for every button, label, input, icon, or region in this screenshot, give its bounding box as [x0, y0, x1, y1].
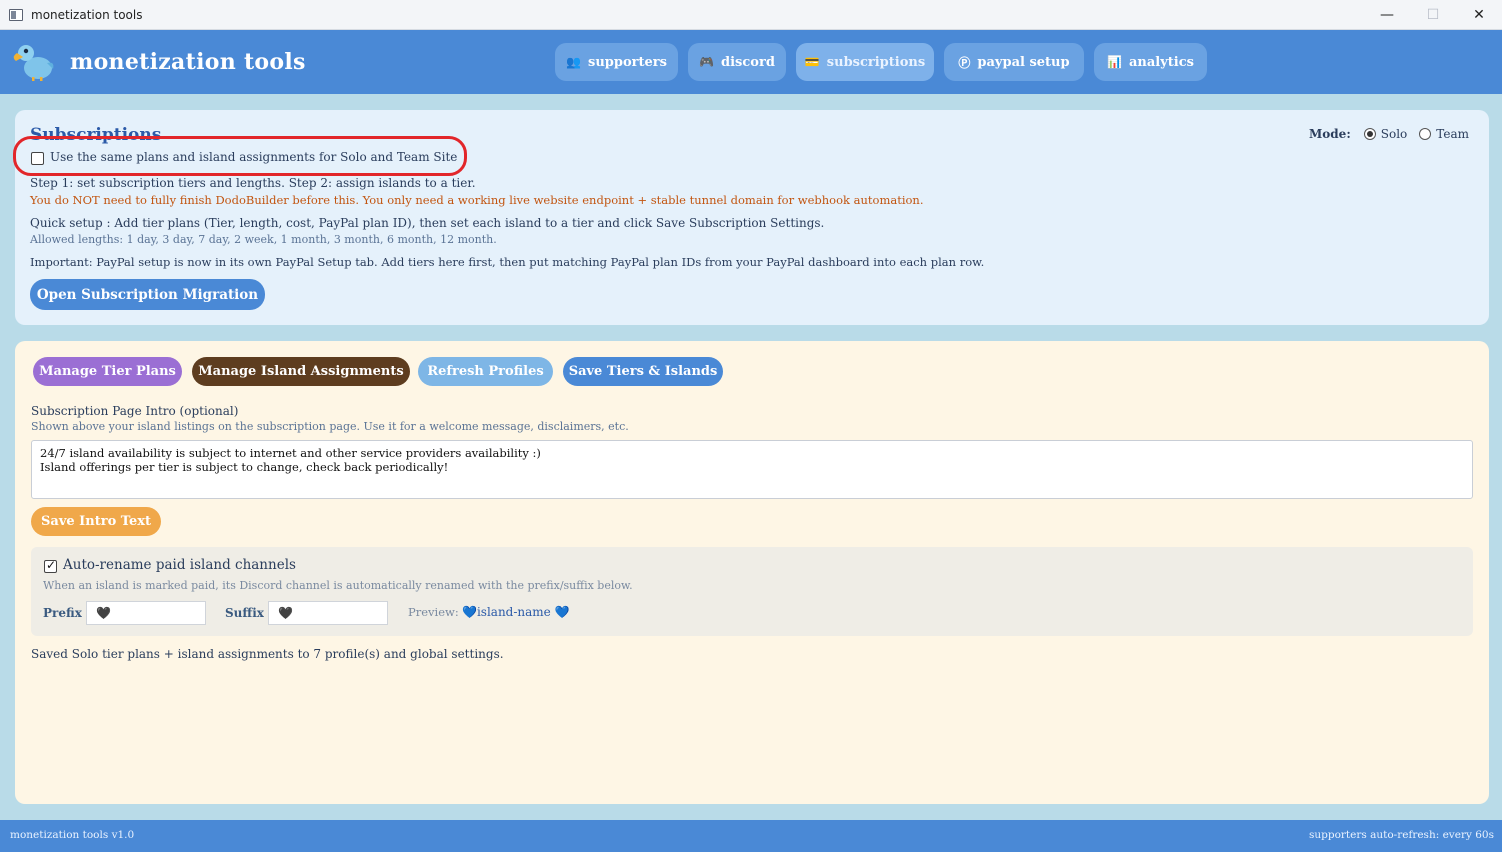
auto-rename-label: Auto-rename paid island channels: [63, 557, 296, 573]
tab-paypal-setup[interactable]: Ⓟ paypal setup: [944, 43, 1084, 81]
window-controls: — ☐ ✕: [1364, 0, 1502, 30]
tab-label: supporters: [588, 54, 667, 70]
save-intro-button[interactable]: Save Intro Text: [31, 507, 161, 536]
people-icon: 👥: [566, 55, 582, 69]
mode-option-solo[interactable]: Solo: [1363, 127, 1414, 141]
tab-subscriptions[interactable]: 💳 subscriptions: [796, 43, 934, 81]
intro-textarea[interactable]: 24/7 island availability is subject to i…: [31, 440, 1473, 499]
rename-preview: 💙 island-name 💙: [462, 605, 570, 619]
tab-discord[interactable]: 🎮 discord: [688, 43, 786, 81]
tab-label: analytics: [1128, 54, 1194, 70]
window-title: monetization tools: [31, 7, 143, 22]
card-icon: 💳: [804, 55, 820, 69]
manage-tier-plans-button[interactable]: Manage Tier Plans: [33, 357, 182, 386]
close-button[interactable]: ✕: [1456, 0, 1502, 30]
intro-label: Subscription Page Intro (optional): [31, 404, 239, 418]
mode-option-team[interactable]: Team: [1419, 127, 1475, 141]
suffix-input[interactable]: 🖤: [268, 601, 388, 625]
gamepad-icon: 🎮: [699, 55, 715, 69]
tab-analytics[interactable]: 📊 analytics: [1094, 43, 1207, 81]
mode-option-label: Team: [1436, 127, 1469, 141]
app-brand: monetization tools: [70, 49, 306, 75]
radio-team[interactable]: [1419, 128, 1432, 140]
blue-heart-icon: 💙: [554, 605, 570, 619]
paypal-icon: Ⓟ: [958, 55, 971, 70]
auto-refresh-text: supporters auto-refresh: every 60s: [1308, 829, 1494, 841]
status-bar: monetization tools v1.0 supporters auto-…: [0, 820, 1502, 852]
intro-help: Shown above your island listings on the …: [31, 420, 629, 433]
chart-icon: 📊: [1107, 55, 1122, 69]
mode-label: Mode:: [1309, 127, 1351, 141]
tab-label: paypal setup: [977, 54, 1070, 70]
suffix-label: Suffix: [225, 606, 264, 620]
blue-heart-icon: 💙: [462, 605, 477, 619]
version-text: monetization tools v1.0: [10, 829, 135, 841]
maximize-button[interactable]: ☐: [1410, 0, 1456, 30]
quick-setup-text: Quick setup : Add tier plans (Tier, leng…: [30, 216, 825, 230]
radio-solo[interactable]: [1363, 128, 1376, 140]
black-heart-icon: 🖤: [96, 606, 111, 620]
minimize-button[interactable]: —: [1364, 0, 1410, 30]
black-heart-icon: 🖤: [278, 606, 293, 620]
refresh-profiles-button[interactable]: Refresh Profiles: [418, 357, 553, 386]
mode-selector: Mode: Solo Team: [1309, 127, 1475, 141]
dodo-bird-icon: [13, 45, 54, 81]
app-header: monetization tools 👥 supporters 🎮 discor…: [0, 30, 1502, 94]
save-status-message: Saved Solo tier plans + island assignmen…: [31, 647, 504, 661]
allowed-lengths-text: Allowed lengths: 1 day, 3 day, 7 day, 2 …: [30, 233, 497, 246]
open-migration-button[interactable]: Open Subscription Migration: [30, 279, 265, 310]
tab-label: discord: [721, 54, 775, 70]
auto-rename-checkbox[interactable]: [44, 558, 57, 573]
tab-supporters[interactable]: 👥 supporters: [555, 43, 678, 81]
preview-label: Preview:: [408, 605, 459, 619]
prefix-label: Prefix: [43, 606, 82, 620]
main-nav: 👥 supporters 🎮 discord 💳 subscriptions Ⓟ…: [555, 43, 1217, 81]
app-window-icon: [9, 8, 23, 21]
preview-name: island-name: [476, 605, 551, 619]
auto-rename-option[interactable]: Auto-rename paid island channels: [44, 557, 296, 573]
tab-label: subscriptions: [826, 54, 926, 70]
auto-rename-help: When an island is marked paid, its Disco…: [43, 579, 633, 592]
mode-option-label: Solo: [1380, 127, 1408, 141]
prefix-input[interactable]: 🖤: [86, 601, 206, 625]
save-tiers-islands-button[interactable]: Save Tiers & Islands: [563, 357, 723, 386]
manage-island-assignments-button[interactable]: Manage Island Assignments: [192, 357, 410, 386]
window-titlebar: monetization tools — ☐ ✕: [0, 0, 1502, 30]
warning-text: You do NOT need to fully finish DodoBuil…: [30, 193, 924, 207]
highlight-annotation: [13, 136, 467, 176]
important-note: Important: PayPal setup is now in its ow…: [30, 255, 985, 269]
step-instructions: Step 1: set subscription tiers and lengt…: [30, 176, 476, 190]
